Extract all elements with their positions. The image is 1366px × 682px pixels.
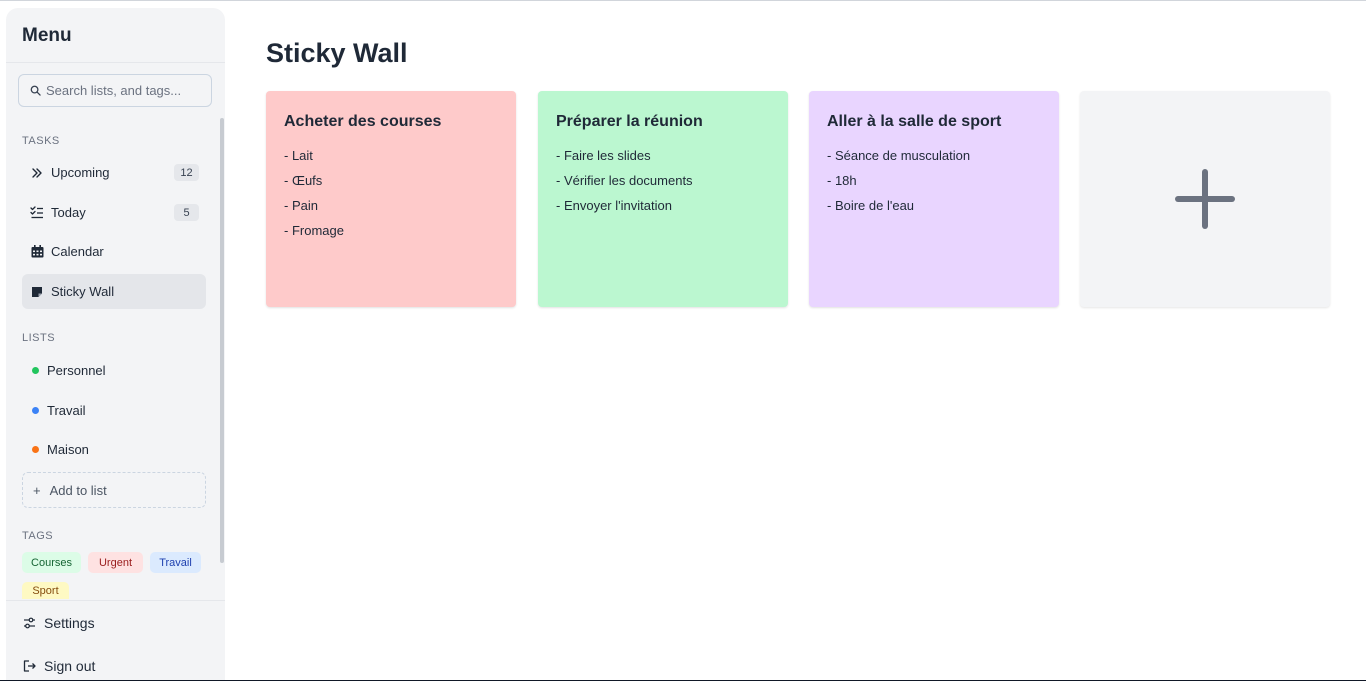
sidebar-scrollbar[interactable] (220, 118, 224, 563)
plus-icon (1175, 169, 1235, 229)
sidebar: Menu TASKS Upcoming 12 Today 5 Calendar (6, 8, 225, 680)
count-badge: 12 (174, 164, 199, 181)
add-list-button[interactable]: + Add to list (22, 472, 206, 508)
plus-icon: + (33, 482, 41, 498)
list-color-dot (32, 407, 39, 414)
list-item-label: Travail (47, 403, 86, 418)
settings-label: Settings (44, 615, 95, 631)
sign-out-icon (22, 659, 36, 673)
sidebar-item-today[interactable]: Today 5 (22, 195, 206, 230)
window-bottom-border (0, 680, 1366, 681)
sticky-note-icon (30, 285, 44, 299)
note-title: Préparer la réunion (556, 113, 703, 130)
tasks-section-label: TASKS (22, 135, 60, 147)
tags-section-label: TAGS (22, 530, 54, 542)
add-list-label: Add to list (49, 482, 107, 498)
list-item-travail[interactable]: Travail (22, 393, 206, 428)
tag-courses[interactable]: Courses (22, 552, 81, 573)
divider (6, 62, 225, 63)
sliders-icon (22, 616, 36, 630)
sign-out-button[interactable]: Sign out (22, 655, 95, 677)
double-chevron-right-icon (30, 166, 44, 180)
note-line: - Boire de l'eau (827, 198, 915, 213)
search-input[interactable] (46, 75, 206, 106)
list-color-dot (32, 446, 39, 453)
sign-out-label: Sign out (44, 658, 96, 674)
sticky-note[interactable]: Préparer la réunion - Faire les slides -… (538, 91, 788, 307)
sidebar-item-label: Today (51, 205, 86, 220)
note-line: - Œufs (284, 173, 323, 188)
tag-sport[interactable]: Sport (22, 582, 69, 599)
note-line: - Faire les slides (556, 148, 651, 163)
sidebar-item-label: Calendar (51, 244, 104, 259)
note-title: Acheter des courses (284, 113, 442, 130)
sidebar-item-calendar[interactable]: Calendar (22, 234, 206, 269)
lists-section-label: LISTS (22, 332, 56, 344)
calendar-icon (30, 245, 44, 259)
note-line: - Vérifier les documents (556, 173, 693, 188)
checklist-icon (30, 206, 44, 220)
note-line: - 18h (827, 173, 857, 188)
list-item-personnel[interactable]: Personnel (22, 353, 206, 388)
list-item-label: Maison (47, 442, 89, 457)
page-title: Sticky Wall (266, 38, 408, 68)
sticky-note[interactable]: Aller à la salle de sport - Séance de mu… (809, 91, 1059, 307)
sidebar-item-label: Sticky Wall (51, 284, 115, 299)
sidebar-item-sticky-wall[interactable]: Sticky Wall (22, 274, 206, 309)
window-top-border (0, 0, 1366, 1)
divider (6, 600, 225, 601)
sidebar-item-upcoming[interactable]: Upcoming 12 (22, 155, 206, 190)
sticky-note[interactable]: Acheter des courses - Lait - Œufs - Pain… (266, 91, 516, 307)
sidebar-item-label: Upcoming (51, 165, 110, 180)
list-item-label: Personnel (47, 363, 106, 378)
settings-button[interactable]: Settings (22, 612, 95, 634)
note-line: - Pain (284, 198, 318, 213)
note-line: - Envoyer l'invitation (556, 198, 672, 213)
list-item-maison[interactable]: Maison (22, 432, 206, 467)
tag-urgent[interactable]: Urgent (88, 552, 143, 573)
note-title: Aller à la salle de sport (827, 113, 1002, 130)
add-note-button[interactable] (1080, 91, 1330, 307)
sidebar-title: Menu (22, 25, 72, 46)
tag-travail[interactable]: Travail (150, 552, 201, 573)
note-line: - Fromage (284, 223, 344, 238)
note-line: - Lait (284, 148, 313, 163)
search-icon (30, 85, 41, 96)
search-box[interactable] (18, 74, 212, 107)
count-badge: 5 (174, 204, 199, 221)
note-line: - Séance de musculation (827, 148, 971, 163)
list-color-dot (32, 367, 39, 374)
